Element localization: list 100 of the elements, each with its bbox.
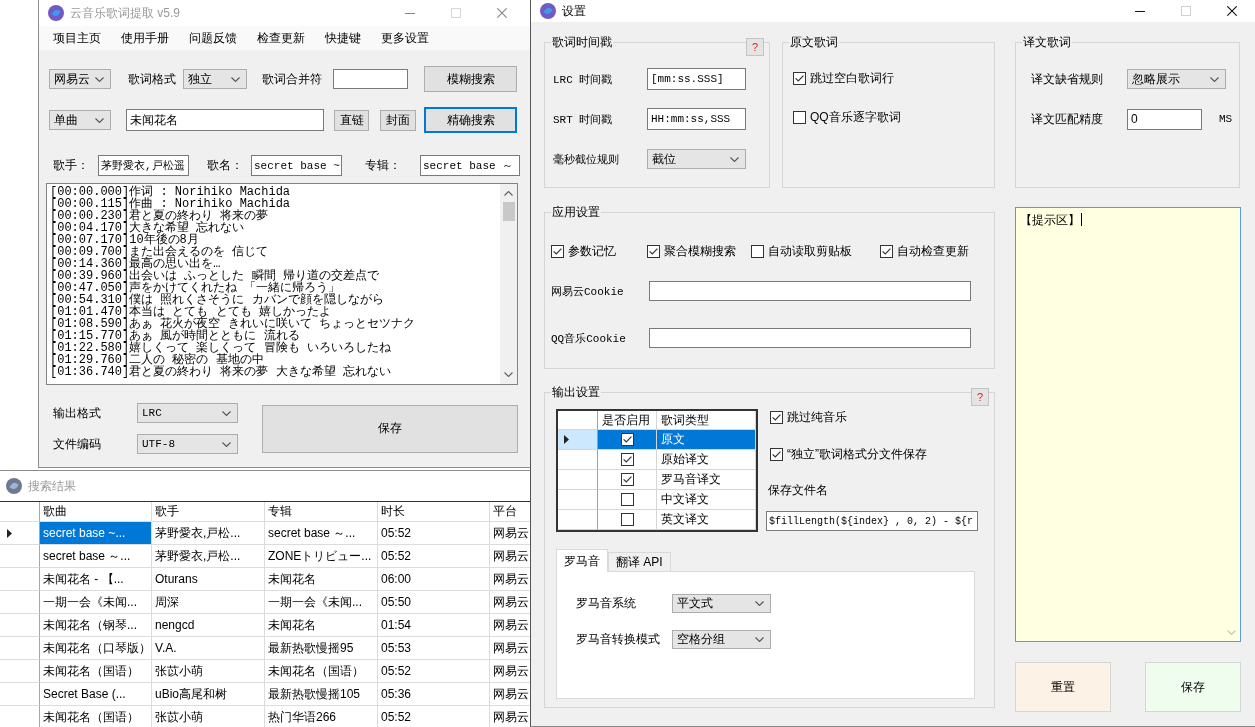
cover-button[interactable]: 封面 (380, 109, 416, 131)
table-cell: 未闻花名（国语） (265, 660, 378, 683)
row-header-cell[interactable] (0, 545, 40, 568)
menu-item[interactable]: 使用手册 (111, 29, 179, 47)
dropdown[interactable]: 空格分组 (672, 630, 771, 649)
search-type-dropdown[interactable]: 单曲 (49, 110, 111, 130)
menu-item[interactable]: 项目主页 (43, 29, 111, 47)
cookie-field[interactable] (649, 328, 971, 348)
cookie-field[interactable] (649, 281, 971, 301)
table-cell: 01:54 (378, 614, 490, 637)
chevron-down-icon (730, 156, 739, 162)
checkbox[interactable] (620, 473, 634, 486)
row-header-cell[interactable] (0, 683, 40, 706)
search-field[interactable]: 未闻花名 (126, 109, 324, 131)
chevron-down-icon (231, 76, 240, 82)
text-field[interactable]: 0 (1127, 108, 1202, 130)
info-field[interactable]: 茅野愛衣,戸松遥 (98, 155, 189, 176)
row-header-cell[interactable] (558, 490, 598, 510)
row-header-cell[interactable] (0, 637, 40, 660)
app-icon (540, 3, 556, 19)
output-dropdown[interactable]: UTF-8 (137, 434, 238, 454)
exact-search-button[interactable]: 精确搜索 (424, 107, 517, 133)
output-dropdown[interactable]: LRC (137, 403, 238, 423)
checkbox[interactable] (620, 453, 634, 466)
reset-button[interactable]: 重置 (1015, 662, 1111, 712)
table-cell: 06:00 (378, 568, 490, 591)
table-cell: 未闻花名（钢琴... (40, 614, 152, 637)
row-header-cell[interactable] (0, 614, 40, 637)
checkbox[interactable] (793, 110, 806, 124)
help-button[interactable]: ? (746, 38, 764, 56)
field-label: 译文匹配精度 (1031, 110, 1103, 128)
lyric-line: [00:14.360]最高の思い出を… (50, 258, 221, 270)
checkbox[interactable] (620, 433, 634, 446)
menu-item[interactable]: 问题反馈 (179, 29, 247, 47)
row-header-cell[interactable] (0, 591, 40, 614)
hint-text-area[interactable]: 【提示区】 (1015, 207, 1241, 642)
table-cell: 05:36 (378, 683, 490, 706)
grid-cell[interactable]: 英文译文 (657, 510, 756, 530)
menu-item[interactable]: 检查更新 (247, 29, 315, 47)
row-header-cell[interactable] (558, 510, 598, 530)
column-header[interactable]: 专辑 (265, 502, 378, 522)
row-header-cell[interactable] (558, 470, 598, 490)
checkbox[interactable] (647, 244, 660, 258)
chevron-down-icon (222, 441, 231, 447)
checkbox[interactable] (793, 71, 806, 85)
table-cell: secret base ～... (40, 545, 152, 568)
grid-cell[interactable]: 原文 (657, 430, 756, 450)
scrollbar-thumb[interactable] (502, 202, 515, 221)
lyric-line: [00:47.050]声をかけてくれたね 「一緒に帰ろう」 (50, 282, 341, 294)
chevron-down-icon (222, 410, 231, 416)
checkbox[interactable] (751, 244, 764, 258)
lyric-line: [01:29.760]二人の 秘密の 基地の中 (50, 354, 264, 366)
table-cell: 05:52 (378, 522, 490, 545)
dropdown[interactable]: 平文式 (672, 594, 771, 613)
info-field[interactable]: secret base ～ (420, 155, 520, 176)
close-icon[interactable] (1227, 6, 1237, 16)
column-header[interactable]: 歌手 (152, 502, 265, 522)
scroll-up-icon[interactable] (504, 191, 513, 196)
checkbox[interactable] (620, 493, 634, 506)
row-header-cell[interactable] (558, 430, 598, 450)
group-title: 输出设置 (551, 384, 601, 400)
save-button[interactable]: 保存 (262, 404, 518, 453)
grid-cell[interactable]: 中文译文 (657, 490, 756, 510)
checkbox-label: 自动读取剪贴板 (768, 242, 852, 260)
lyrics-text-area[interactable] (46, 183, 518, 385)
info-field[interactable]: secret base ~ (251, 155, 342, 176)
checkbox[interactable] (770, 447, 783, 461)
table-cell: secret base ~... (40, 522, 152, 545)
tab[interactable]: 翻译 API (608, 552, 671, 571)
scroll-down-icon[interactable] (504, 372, 513, 377)
menu-item[interactable]: 更多设置 (371, 29, 439, 47)
source-dropdown[interactable]: 网易云 (49, 69, 111, 89)
scrollbar-track[interactable] (500, 184, 517, 384)
save-button[interactable]: 保存 (1145, 662, 1241, 712)
row-header-cell[interactable] (558, 450, 598, 470)
minimize-icon[interactable] (1135, 10, 1145, 12)
checkbox[interactable] (620, 513, 634, 526)
checkbox[interactable] (551, 244, 564, 258)
text-field[interactable]: [mm:ss.SSS] (647, 68, 746, 90)
checkbox[interactable] (880, 244, 893, 258)
menu-item[interactable]: 快捷键 (315, 29, 371, 47)
table-cell: 一期一会《未闻... (265, 591, 378, 614)
column-header[interactable]: 时长 (378, 502, 490, 522)
grid-cell[interactable]: 原始译文 (657, 450, 756, 470)
grid-cell[interactable]: 罗马音译文 (657, 470, 756, 490)
checkbox[interactable] (770, 410, 783, 424)
fuzzy-search-button[interactable]: 模糊搜索 (424, 66, 517, 92)
dropdown[interactable]: 截位 (647, 149, 746, 169)
checkbox-label: “独立”歌词格式分文件保存 (787, 445, 927, 463)
link-button[interactable]: 直链 (334, 109, 369, 131)
table-cell: 05:50 (378, 591, 490, 614)
help-button[interactable]: ? (971, 388, 989, 406)
row-header-cell[interactable] (0, 568, 40, 591)
text-field[interactable]: HH:mm:ss,SSS (647, 108, 746, 130)
format-dropdown[interactable]: 独立 (183, 69, 247, 89)
tab[interactable]: 罗马音 (556, 549, 608, 572)
filename-field[interactable]: $fillLength(${index} , 0, 2) - ${r (766, 511, 978, 531)
row-header-cell[interactable] (0, 660, 40, 683)
merge-char-field[interactable] (333, 69, 408, 89)
dropdown[interactable]: 忽略展示 (1127, 69, 1226, 89)
